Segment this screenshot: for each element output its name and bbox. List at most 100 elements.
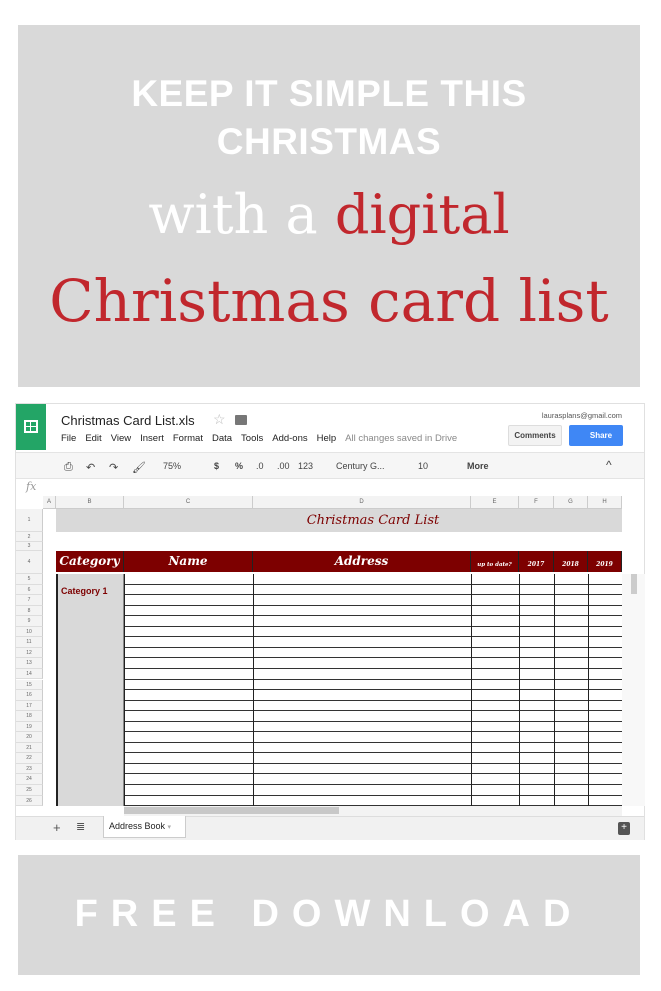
- table-row[interactable]: [124, 616, 622, 626]
- star-icon[interactable]: ☆: [213, 411, 226, 428]
- header-2019[interactable]: 2019: [588, 551, 622, 572]
- column-header-b[interactable]: B: [56, 496, 124, 509]
- header-2018[interactable]: 2018: [554, 551, 588, 572]
- table-row[interactable]: [124, 732, 622, 742]
- row-header[interactable]: 14: [16, 668, 43, 680]
- free-download-text[interactable]: FREE DOWNLOAD: [18, 893, 640, 936]
- table-row[interactable]: [124, 595, 622, 605]
- table-row[interactable]: [124, 669, 622, 679]
- row-header[interactable]: 17: [16, 700, 43, 712]
- menu-help[interactable]: Help: [317, 433, 337, 444]
- folder-icon[interactable]: [235, 415, 247, 425]
- row-header[interactable]: 25: [16, 785, 43, 796]
- menu-addons[interactable]: Add-ons: [272, 433, 307, 444]
- table-row[interactable]: [124, 658, 622, 668]
- decrease-decimal-button[interactable]: .0: [256, 461, 264, 471]
- row-header[interactable]: 24: [16, 774, 43, 785]
- column-header-e[interactable]: E: [471, 496, 519, 509]
- row-header[interactable]: 8: [16, 605, 43, 617]
- menu-tools[interactable]: Tools: [241, 433, 263, 444]
- column-header-d[interactable]: D: [253, 496, 471, 509]
- row-header[interactable]: 5: [16, 574, 43, 585]
- column-header-c[interactable]: C: [124, 496, 253, 509]
- paint-format-icon[interactable]: 🖌: [132, 461, 146, 474]
- row-header[interactable]: 23: [16, 763, 43, 775]
- sheet-title[interactable]: Christmas Card List: [124, 509, 622, 532]
- table-row[interactable]: [124, 701, 622, 711]
- row-header[interactable]: 26: [16, 795, 43, 807]
- more-button[interactable]: More: [467, 461, 489, 471]
- share-button[interactable]: Share: [569, 425, 623, 446]
- row-header[interactable]: 7: [16, 595, 43, 606]
- row-header[interactable]: 9: [16, 616, 43, 627]
- row-header[interactable]: 15: [16, 679, 43, 691]
- all-sheets-icon[interactable]: ≣: [76, 820, 85, 833]
- percent-button[interactable]: %: [235, 461, 243, 471]
- row-header[interactable]: 6: [16, 584, 43, 596]
- table-row[interactable]: [124, 606, 622, 616]
- table-row[interactable]: [124, 574, 622, 584]
- table-row[interactable]: [124, 585, 622, 595]
- row-header[interactable]: 2: [16, 532, 43, 542]
- table-row[interactable]: [124, 743, 622, 753]
- menu-edit[interactable]: Edit: [85, 433, 101, 444]
- horizontal-scrollbar[interactable]: [124, 806, 622, 816]
- table-row[interactable]: [124, 680, 622, 690]
- table-row[interactable]: [124, 637, 622, 647]
- menu-file[interactable]: File: [61, 433, 76, 444]
- vertical-scrollbar[interactable]: [622, 574, 645, 806]
- row-header[interactable]: 20: [16, 732, 43, 743]
- table-row[interactable]: [124, 764, 622, 774]
- header-category[interactable]: Category: [56, 551, 124, 572]
- menu-insert[interactable]: Insert: [140, 433, 164, 444]
- doc-title[interactable]: Christmas Card List.xls: [61, 413, 195, 428]
- row-header[interactable]: 21: [16, 742, 43, 754]
- table-row[interactable]: [124, 690, 622, 700]
- table-row[interactable]: [124, 796, 622, 806]
- row-header[interactable]: 11: [16, 637, 43, 648]
- redo-icon[interactable]: ↷: [109, 461, 118, 474]
- explore-icon[interactable]: +: [618, 822, 630, 835]
- row-header[interactable]: 22: [16, 753, 43, 764]
- increase-decimal-button[interactable]: .00: [277, 461, 290, 471]
- tab-address-book[interactable]: Address Book ▾: [103, 816, 186, 838]
- row-header[interactable]: 1: [16, 509, 43, 532]
- header-address[interactable]: Address: [253, 551, 471, 572]
- column-header-a[interactable]: A: [43, 496, 56, 509]
- row-header[interactable]: 18: [16, 711, 43, 722]
- print-icon[interactable]: ⎙: [64, 461, 73, 474]
- column-header-h[interactable]: H: [588, 496, 622, 509]
- table-row[interactable]: [124, 753, 622, 763]
- row-header[interactable]: 12: [16, 647, 43, 659]
- column-header-f[interactable]: F: [519, 496, 554, 509]
- table-row[interactable]: [124, 648, 622, 658]
- comments-button[interactable]: Comments: [508, 425, 562, 446]
- header-2017[interactable]: 2017: [519, 551, 554, 572]
- row-header[interactable]: 13: [16, 658, 43, 669]
- row-header[interactable]: 3: [16, 542, 43, 551]
- undo-icon[interactable]: ↶: [86, 461, 95, 474]
- menu-view[interactable]: View: [111, 433, 131, 444]
- table-row[interactable]: [124, 627, 622, 637]
- table-row[interactable]: [124, 774, 622, 784]
- category-1-label[interactable]: Category 1: [61, 586, 108, 596]
- font-select[interactable]: Century G...: [336, 461, 385, 471]
- table-row[interactable]: [124, 785, 622, 795]
- number-format-select[interactable]: 123: [298, 461, 313, 471]
- menu-data[interactable]: Data: [212, 433, 232, 444]
- header-up-to-date[interactable]: up to date?: [471, 551, 519, 572]
- header-name[interactable]: Name: [124, 551, 253, 572]
- row-header[interactable]: 10: [16, 626, 43, 638]
- table-row[interactable]: [124, 711, 622, 721]
- currency-button[interactable]: $: [214, 461, 219, 471]
- zoom-select[interactable]: 75%: [163, 461, 181, 471]
- row-header[interactable]: 19: [16, 721, 43, 733]
- formula-input[interactable]: [54, 482, 634, 494]
- font-size-select[interactable]: 10: [418, 461, 428, 471]
- table-row[interactable]: [124, 722, 622, 732]
- add-sheet-icon[interactable]: +: [53, 820, 61, 835]
- column-header-g[interactable]: G: [554, 496, 588, 509]
- row-header[interactable]: 16: [16, 690, 43, 701]
- account-email[interactable]: laurasplans@gmail.com: [542, 411, 622, 420]
- row-header[interactable]: 4: [16, 551, 43, 574]
